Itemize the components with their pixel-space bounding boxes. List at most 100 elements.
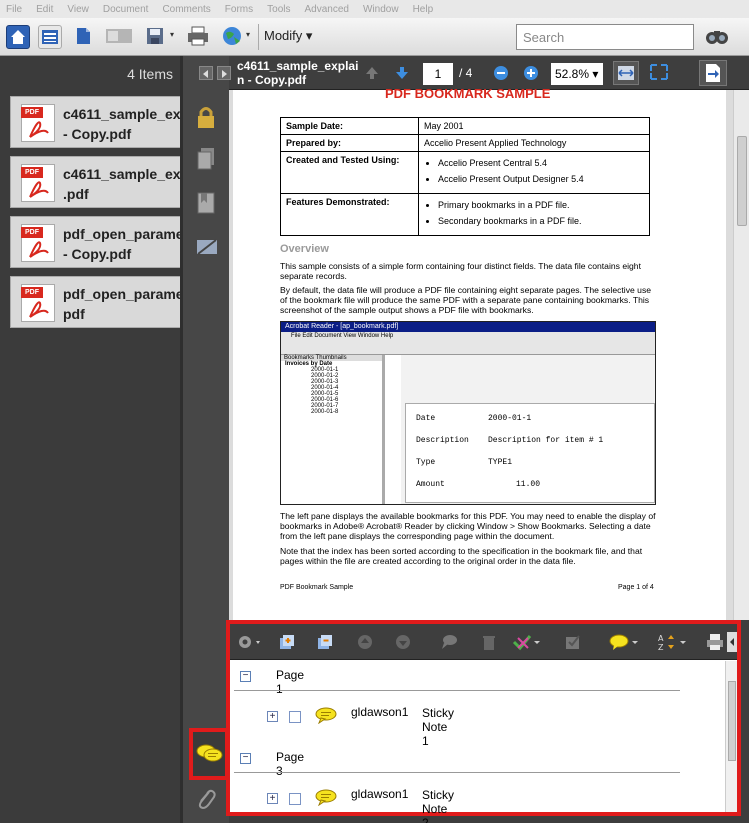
comment-bubbles-icon — [196, 744, 223, 762]
home-button[interactable] — [6, 25, 30, 49]
table-value: Primary bookmarks in a PDF file. — [438, 200, 644, 210]
portfolio-file-panel: 4 Items PDF c4611_sample_expl - Copy.pdf … — [0, 56, 183, 823]
toolbar-overflow-button[interactable] — [727, 632, 737, 652]
save-button[interactable] — [144, 25, 168, 49]
save-dropdown-icon[interactable]: ▾ — [170, 30, 174, 54]
document-scrollbar[interactable] — [733, 90, 749, 620]
file-item[interactable]: PDF pdf_open_parame pdf — [10, 276, 183, 328]
contact-sheet-button[interactable] — [104, 25, 134, 49]
previous-page-button[interactable] — [363, 64, 381, 87]
mark-checked-button[interactable] — [564, 633, 582, 651]
menu-tools[interactable]: Tools — [267, 4, 290, 15]
search-button[interactable] — [704, 25, 730, 49]
svg-text:A: A — [658, 634, 664, 643]
menu-file[interactable]: File — [6, 4, 22, 15]
expand-all-button[interactable] — [278, 633, 296, 651]
menu-view[interactable]: View — [67, 4, 89, 15]
list-view-button[interactable] — [38, 25, 62, 49]
collaborate-button[interactable] — [220, 25, 244, 49]
previous-file-button[interactable] — [199, 66, 213, 80]
zoom-out-button[interactable] — [493, 65, 509, 86]
comment-checkbox[interactable] — [289, 793, 301, 805]
file-item[interactable]: PDF pdf_open_parame - Copy.pdf — [10, 216, 183, 268]
page-icon — [77, 28, 90, 44]
menu-forms[interactable]: Forms — [225, 4, 253, 15]
group-label: Page 1 — [276, 668, 305, 696]
menu-comments[interactable]: Comments — [162, 4, 210, 15]
open-file-icon — [706, 64, 720, 82]
comments-panel-toggle[interactable] — [189, 728, 229, 780]
modify-menu-button[interactable]: Modify ▾ — [264, 28, 312, 44]
menu-bar: File Edit View Document Comments Forms T… — [0, 0, 749, 18]
scroll-thumb[interactable] — [728, 681, 736, 761]
arrow-right-icon — [222, 70, 227, 78]
feature-table: Sample Date: May 2001 Prepared by: Accelio… — [280, 117, 650, 236]
sticky-note-icon — [315, 789, 337, 807]
home-icon — [11, 30, 25, 44]
page-footer-right: Page 1 of 4 — [618, 584, 654, 591]
group-label: Page 3 — [276, 750, 305, 778]
options-button[interactable] — [236, 633, 260, 651]
delete-button[interactable] — [480, 633, 498, 651]
collaborate-dropdown-icon[interactable]: ▾ — [246, 30, 250, 54]
comments-panel: AZ − Page 1 + gldawson1 Sticky Note 1 − … — [226, 620, 741, 823]
signatures-button[interactable] — [195, 234, 217, 260]
collapse-icon[interactable]: − — [240, 671, 251, 682]
expand-comment-icon[interactable]: + — [267, 793, 278, 804]
collapse-all-button[interactable] — [316, 633, 334, 651]
zoom-in-icon — [524, 66, 538, 80]
full-screen-button[interactable] — [647, 61, 671, 85]
reply-button[interactable] — [440, 633, 458, 651]
attachments-button[interactable] — [195, 786, 217, 812]
show-comments-button[interactable] — [608, 633, 640, 651]
set-status-button[interactable] — [512, 633, 542, 651]
embedded-screenshot: Acrobat Reader - [ap_bookmark.pdf] File … — [280, 321, 656, 505]
scroll-thumb[interactable] — [737, 136, 747, 226]
file-name-cont: - Copy.pdf — [63, 246, 132, 262]
comment-author: gldawson1 — [351, 705, 409, 719]
document-toolbar: c4611_sample_explai n - Copy.pdf 1 / 4 52… — [199, 56, 749, 90]
list-view-icon — [42, 30, 58, 44]
menu-window[interactable]: Window — [363, 4, 399, 15]
page-view-button[interactable] — [72, 25, 96, 49]
collapse-icon[interactable]: − — [240, 753, 251, 764]
pages-icon — [197, 148, 214, 170]
menu-advanced[interactable]: Advanced — [305, 4, 349, 15]
bookmark-icon — [197, 192, 215, 214]
full-screen-icon — [650, 64, 668, 80]
next-page-button[interactable] — [393, 64, 411, 87]
document-view[interactable]: PDF BOOKMARK SAMPLE Sample Date: May 2001… — [229, 86, 749, 620]
next-file-button[interactable] — [217, 66, 231, 80]
print-icon — [707, 634, 723, 650]
next-comment-button[interactable] — [394, 633, 412, 651]
file-item[interactable]: PDF c4611_sample_expl - Copy.pdf — [10, 96, 183, 148]
file-item[interactable]: PDF c4611_sample_exp .pdf — [10, 156, 183, 208]
pages-button[interactable] — [195, 146, 217, 172]
print-comments-button[interactable] — [706, 633, 724, 651]
menu-document[interactable]: Document — [103, 4, 149, 15]
checkbox-icon — [566, 635, 580, 649]
menu-edit[interactable]: Edit — [36, 4, 53, 15]
previous-comment-button[interactable] — [356, 633, 374, 651]
search-input[interactable]: Search — [516, 24, 694, 50]
sort-comments-button[interactable]: AZ — [658, 633, 688, 652]
comment-filter-icon — [609, 634, 638, 650]
bookmarks-button[interactable] — [195, 190, 217, 216]
zoom-in-button[interactable] — [523, 65, 539, 86]
expand-comment-icon[interactable]: + — [267, 711, 278, 722]
print-button[interactable] — [186, 25, 210, 49]
security-button[interactable] — [195, 104, 217, 130]
comments-scrollbar[interactable] — [725, 661, 737, 812]
open-file-button[interactable] — [699, 60, 727, 86]
comment-checkbox[interactable] — [289, 711, 301, 723]
table-key: Created and Tested Using: — [280, 151, 419, 194]
page-number-input[interactable]: 1 — [423, 63, 453, 85]
menu-help[interactable]: Help — [413, 4, 434, 15]
pdf-page: PDF BOOKMARK SAMPLE Sample Date: May 2001… — [233, 86, 726, 620]
screenshot-menu: File Edit Document View Window Help — [281, 332, 655, 341]
fit-width-button[interactable] — [613, 61, 639, 85]
signature-icon — [197, 239, 217, 255]
document-title: c4611_sample_explai n - Copy.pdf — [237, 59, 359, 87]
zoom-level-select[interactable]: 52.8% ▾ — [551, 63, 603, 85]
comment-text: Sticky Note 1 — [422, 706, 455, 748]
